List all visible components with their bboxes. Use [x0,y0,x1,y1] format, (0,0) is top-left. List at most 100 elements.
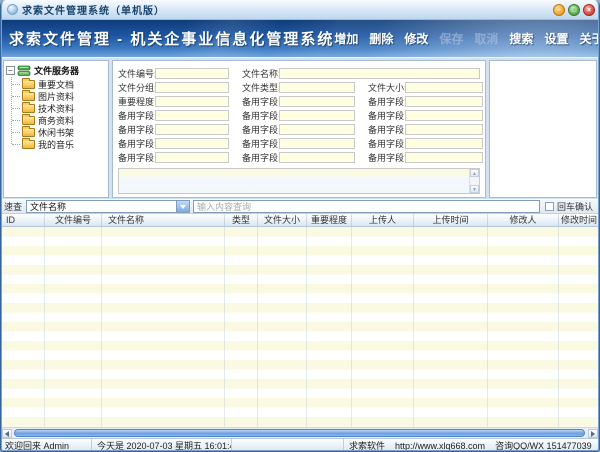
column-separator [487,227,488,427]
maximize-button[interactable]: □ [568,3,580,16]
form-field-file-no: 文件编号: [118,67,229,80]
column-header-id[interactable]: ID [0,214,45,226]
form-field-spare: 备用字段 [242,123,355,136]
form-input-spare-r5c2[interactable] [279,123,355,135]
form-label-file-group: 文件分组: [118,82,157,93]
menu-save-button[interactable]: 保存 [439,30,463,47]
form-row: 备用字段 备用字段 备用字段 [118,122,483,136]
quick-search-label: 速查 [4,202,23,212]
minimize-button[interactable]: – [553,3,565,16]
form-label-importance: 重要程度 [118,96,155,107]
search-field-select[interactable]: 文件名称 [26,200,191,213]
menu-search-button[interactable]: 搜索 [509,30,533,47]
form-input-file-group-r2c1[interactable] [155,81,229,93]
folder-icon [22,89,35,101]
form-label-spare: 备用字段 [118,124,155,135]
scrollbar-thumb[interactable] [14,429,585,437]
column-separator [44,227,45,427]
column-header-modify-time[interactable]: 修改时间 [559,214,600,226]
tree-item-business-docs[interactable]: 商务资料 [11,113,106,126]
status-info: 求索软件 http://www.xlq668.com 咨询QQ/WX 15147… [344,439,600,452]
form-input-spare-r6c2[interactable] [279,137,355,149]
form-input-file-size-r2c3[interactable] [405,81,483,93]
scroll-right-icon[interactable] [588,429,598,438]
column-header-upload-time[interactable]: 上传时间 [414,214,488,226]
column-separator [351,227,352,427]
form-input-file-type-r2c2[interactable] [279,81,355,93]
tree-collapse-icon[interactable]: − [6,66,15,75]
form-field-file-type: 文件类型: [242,81,355,94]
form-input-file-name-r1c2[interactable] [279,67,480,79]
column-header-type[interactable]: 类型 [225,214,258,226]
column-header-modifier[interactable]: 修改人 [488,214,559,226]
form-input-file-no-r1c1[interactable] [155,67,229,79]
form-input-spare-r6c3[interactable] [405,137,483,149]
form-input-spare-r3c2[interactable] [279,95,355,107]
form-input-spare-r5c3[interactable] [405,123,483,135]
tree-item-important-docs[interactable]: 重要文档 [11,77,106,90]
column-header-file-no[interactable]: 文件编号 [45,214,102,226]
form-row: 备用字段 备用字段 备用字段 [118,108,483,122]
memo-textarea[interactable]: ▲ ▼ [118,168,480,194]
form-label-spare: 备用字段 [242,110,279,121]
form-input-spare-r4c2[interactable] [279,109,355,121]
enter-confirm-checkbox[interactable] [544,202,554,211]
header-banner: 求索文件管理 - 机关企事业信息化管理系统 增加删除修改保存取消搜索设置关于退出 [0,20,600,58]
form-field-spare: 备用字段 [118,109,229,122]
tree-item-technical-docs[interactable]: 技术资料 [11,101,106,114]
menu-about-button[interactable]: 关于 [579,30,600,47]
grid-body[interactable] [0,227,600,427]
app-icon [7,4,18,15]
scroll-down-icon[interactable]: ▼ [470,185,479,193]
menu-delete-button[interactable]: 删除 [369,30,393,47]
form-input-importance-r3c1[interactable] [155,95,229,107]
window-controls: – □ × [553,3,595,16]
column-header-uploader[interactable]: 上传人 [352,214,414,226]
form-label-spare: 备用字段 [242,96,279,107]
scroll-left-icon[interactable] [2,429,12,438]
form-field-spare: 备用字段 [118,137,229,150]
form-field-spare: 备用字段 [368,151,483,164]
form-input-spare-r6c1[interactable] [155,137,229,149]
menu-cancel-button[interactable]: 取消 [474,30,498,47]
menu-add-button[interactable]: 增加 [334,30,358,47]
form-input-spare-r4c1[interactable] [155,109,229,121]
form-label-spare: 备用字段 [242,124,279,135]
tree-item-image-files[interactable]: 图片资料 [11,89,106,102]
form-row: 重要程度 备用字段 备用字段 [118,94,483,108]
form-label-spare: 备用字段 [368,138,405,149]
form-input-spare-r5c1[interactable] [155,123,229,135]
form-field-spare: 备用字段 [242,151,355,164]
column-header-importance[interactable]: 重要程度 [307,214,352,226]
column-separator [558,227,559,427]
form-input-spare-r7c3[interactable] [405,151,483,163]
form-field-importance: 重要程度 [118,95,229,108]
tree-item-my-music[interactable]: 我的音乐 [11,137,106,150]
window-title: 求索文件管理系统（单机版） [22,6,165,17]
form-input-spare-r3c3[interactable] [405,95,483,107]
tree-root-node[interactable]: − 文件服务器 [6,64,106,77]
menu-edit-button[interactable]: 修改 [404,30,428,47]
form-field-spare: 备用字段 [242,95,355,108]
tree-item-leisure-books[interactable]: 休闲书架 [11,125,106,138]
tree-item-label: 我的音乐 [38,139,75,150]
search-input[interactable] [193,200,540,213]
form-row: 文件编号: 文件名称: [118,66,480,80]
column-header-file-size[interactable]: 文件大小 [258,214,307,226]
folder-icon [22,101,35,113]
form-input-spare-r7c1[interactable] [155,151,229,163]
form-input-spare-r4c3[interactable] [405,109,483,121]
column-separator [224,227,225,427]
chevron-down-icon[interactable] [176,201,190,212]
form-field-spare: 备用字段 [242,109,355,122]
status-url[interactable]: http://www.xlq668.com [395,441,485,451]
status-brand: 求索软件 [349,441,386,451]
scroll-up-icon[interactable]: ▲ [470,169,479,177]
menu-settings-button[interactable]: 设置 [544,30,568,47]
close-button[interactable]: × [583,3,595,16]
form-input-spare-r7c2[interactable] [279,151,355,163]
horizontal-scrollbar [0,427,600,438]
form-label-spare: 备用字段 [242,152,279,163]
content-area: − 文件服务器 重要文档 图片资料 技术资料 商务资料 休闲书架 我的音乐 文件编号: 文件… [0,58,600,199]
column-header-file-name[interactable]: 文件名称 [102,214,225,226]
